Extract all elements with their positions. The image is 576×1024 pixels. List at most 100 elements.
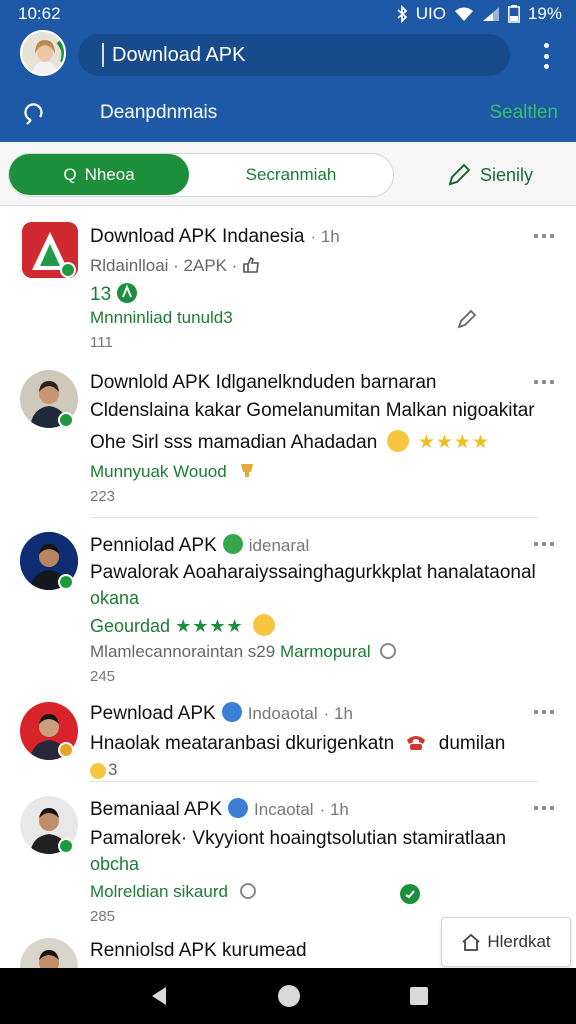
check-circle-icon[interactable] xyxy=(400,884,420,904)
back-icon[interactable] xyxy=(150,986,168,1006)
item-title-text: Bemaniaal APK xyxy=(90,799,223,820)
battery-icon xyxy=(508,5,520,23)
text-cursor xyxy=(102,43,104,67)
trophy-icon xyxy=(241,464,254,477)
badge-icon xyxy=(117,283,138,303)
list-item[interactable]: Penniolad APK idenaral Pawalorak Aoaharai… xyxy=(8,518,568,686)
status-time: 10:62 xyxy=(18,4,61,23)
item-more-icon[interactable] xyxy=(534,380,554,386)
item-line-text: Ohe Sirl sss mamadian Ahadadan xyxy=(90,432,378,453)
verified-icon xyxy=(228,798,249,818)
status-bar: 10:62 UIO 19% xyxy=(0,0,576,28)
item-detail: Molreldian sikaurd xyxy=(90,882,257,902)
item-line-rating: Ohe Sirl sss mamadian Ahadadan ★★★★ xyxy=(90,430,490,454)
item-rating-text: Geourdad xyxy=(90,616,171,636)
item-detail-text: Molreldian sikaurd xyxy=(90,882,228,901)
item-more-icon[interactable] xyxy=(534,234,554,240)
signal-icon xyxy=(482,7,499,21)
segmented-control: Q Nheoa Secranmiah xyxy=(8,153,394,197)
item-count: 223 xyxy=(90,488,116,505)
item-stat-number: 13 xyxy=(90,284,112,305)
item-title-text: Download APK Indanesia xyxy=(90,226,305,247)
search-query: Download APK xyxy=(112,43,246,66)
item-line: Cldenslaina kakar Gomelanumitan Malkan n… xyxy=(90,400,535,421)
item-line-green: obcha xyxy=(90,854,140,874)
floating-button-label: Hlerdkat xyxy=(487,932,551,951)
item-rating: Geourdad ★★★★ xyxy=(90,614,279,637)
verified-badge-icon xyxy=(58,412,74,428)
system-nav-bar xyxy=(0,968,576,1024)
verified-icon xyxy=(222,534,243,554)
thumbs-up-icon xyxy=(243,256,260,273)
verified-badge-icon xyxy=(60,262,76,278)
profile-avatar[interactable] xyxy=(20,30,66,76)
item-meta: Indoaotal xyxy=(247,704,318,723)
list-item[interactable]: Pewnload APK Indoaotal · 1h Hnaolak meatar… xyxy=(8,686,568,782)
item-count: 245 xyxy=(90,668,116,685)
star-rating-icon: ★★★★ xyxy=(175,616,244,636)
emoji-icon xyxy=(386,430,409,452)
emoji-icon xyxy=(252,614,275,636)
filter-tab-active-label: Nheoa xyxy=(84,164,135,184)
item-subtitle: Rldainlloai · 2APK · xyxy=(90,256,260,276)
filter-tab-active[interactable]: Q Nheoa xyxy=(9,154,189,195)
item-meta: idenaral xyxy=(248,536,310,555)
app-bar: Download APK xyxy=(0,28,576,84)
list-item[interactable]: Download APK Indanesia · 1h Rldainlloai ·… xyxy=(8,206,568,358)
item-line-text: Hnaolak meataranbasi dkurigenkatn xyxy=(90,733,395,754)
section-action-link[interactable]: Sealtlen xyxy=(489,102,558,124)
sub-header: Deanpdnmais Sealtlen xyxy=(0,84,576,142)
item-time: · 1h xyxy=(319,800,349,819)
floating-action-button[interactable]: Hlerdkat xyxy=(441,917,571,967)
item-more-icon[interactable] xyxy=(534,806,554,812)
filter-tab-inactive[interactable]: Secranmiah xyxy=(189,154,393,195)
home-button-icon[interactable] xyxy=(278,985,300,1007)
filter-row: Q Nheoa Secranmiah Sienily xyxy=(0,142,576,206)
item-title-text: Penniolad APK xyxy=(90,535,217,556)
item-detail: Munnyuak Wouod xyxy=(90,460,257,482)
item-line-tail: dumilan xyxy=(438,733,506,754)
item-detail-text: Mlamlecannoraintan s29 xyxy=(90,642,276,661)
item-more-icon[interactable] xyxy=(534,542,554,548)
item-detail-text: Munnyuak Wouod xyxy=(90,462,227,481)
item-meta: Incaotal xyxy=(254,800,314,819)
item-detail-link[interactable]: Marmopural xyxy=(280,642,371,661)
recents-icon[interactable] xyxy=(410,987,428,1005)
item-title: Download APK Indanesia · 1h xyxy=(90,226,340,248)
item-title: Bemaniaal APK Incaotal · 1h xyxy=(90,798,349,821)
chat-icon xyxy=(380,643,397,659)
item-title: Pewnload APK Indoaotal · 1h xyxy=(90,702,353,725)
verified-icon xyxy=(221,702,242,722)
item-subtitle-text: Rldainlloai · 2APK · xyxy=(90,256,238,275)
network-label: UIO xyxy=(415,4,446,23)
filter-right-label: Sienily xyxy=(480,164,534,185)
star-rating-icon: ★★★★ xyxy=(417,432,490,453)
list-item[interactable]: Bemaniaal APK Incaotal · 1h Pamalorek· Vky… xyxy=(8,782,568,925)
overflow-menu-icon[interactable] xyxy=(536,43,556,69)
verified-badge-icon xyxy=(58,574,74,590)
filter-right-button[interactable]: Sienily xyxy=(446,162,533,188)
item-more-icon[interactable] xyxy=(534,710,554,716)
item-line: Hnaolak meataranbasi dkurigenkatn dumila… xyxy=(90,732,505,755)
search-input[interactable]: Download APK xyxy=(78,34,510,76)
item-line: Pamalorek· Vkyyiont hoaingtsolutian stam… xyxy=(90,828,507,849)
profile-photo-icon xyxy=(22,32,64,74)
section-title: Deanpdnmais xyxy=(100,102,218,123)
refresh-icon[interactable] xyxy=(22,100,48,126)
wifi-icon xyxy=(454,7,473,21)
item-time: · 1h xyxy=(323,704,353,723)
item-title: Renniolsd APK kurumead xyxy=(90,940,307,961)
bluetooth-icon xyxy=(397,5,408,23)
home-icon xyxy=(462,933,480,951)
feed-list: Download APK Indanesia · 1h Rldainlloai ·… xyxy=(8,206,568,968)
item-stat: 13 xyxy=(90,282,138,306)
item-meta-text: 3 xyxy=(108,760,118,779)
pencil-icon xyxy=(448,163,471,186)
item-line: Pawalorak Aoaharaiyssainghagurkkplat han… xyxy=(90,562,536,583)
verified-badge-icon xyxy=(58,838,74,854)
filter-prefix: Q xyxy=(63,164,77,184)
list-item[interactable]: Downlold APK Idlganelknduden barnaran Cl… xyxy=(8,358,568,518)
emoji-icon xyxy=(90,763,106,779)
item-meta-line: 3 xyxy=(90,760,117,780)
edit-icon[interactable] xyxy=(456,308,478,330)
